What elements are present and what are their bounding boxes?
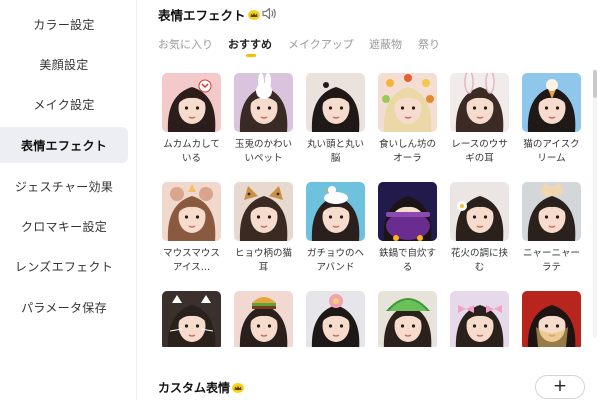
sidebar-item[interactable]: メイク設定 xyxy=(0,86,128,122)
effect-preview-image xyxy=(234,73,293,132)
effect-thumbnail[interactable] xyxy=(450,182,509,241)
category-tab[interactable]: 祭り xyxy=(418,36,440,52)
effect-preview-image xyxy=(522,73,581,132)
effect-grid: ムカムカしている 玉兎のかわいいペット 丸い頭と丸い脳 食いしん坊のオーラ レースのウサ… xyxy=(162,73,592,347)
effect-item[interactable] xyxy=(234,291,293,347)
sidebar-item[interactable]: 美顔設定 xyxy=(0,46,128,82)
effect-thumbnail[interactable] xyxy=(306,182,365,241)
category-tab[interactable]: おすすめ xyxy=(228,36,272,52)
effect-thumbnail[interactable] xyxy=(522,291,581,347)
effect-label: ガチョウのヘアバンド xyxy=(306,248,364,273)
effect-thumbnail[interactable] xyxy=(234,73,293,132)
effect-item[interactable] xyxy=(378,291,437,347)
effect-preview-image xyxy=(234,291,293,347)
effect-thumbnail[interactable] xyxy=(306,291,365,347)
effects-panel: カラー設定 美顔設定 メイク設定 表情エフェクト ジェスチャー効果 クロマキー設定 レンズエ… xyxy=(0,0,600,400)
effect-item[interactable]: ニャーニャーラテ xyxy=(522,182,581,275)
effect-thumbnail[interactable] xyxy=(234,182,293,241)
effect-preview-image xyxy=(378,73,437,132)
plus-icon: + xyxy=(552,376,568,396)
effect-label: 鉄鍋で自炊する xyxy=(378,248,436,273)
effect-preview-image xyxy=(450,291,509,347)
effect-preview-image xyxy=(162,182,221,241)
effect-preview-image xyxy=(306,182,365,241)
effect-thumbnail[interactable] xyxy=(378,291,437,347)
effect-preview-image xyxy=(306,291,365,347)
effect-item[interactable] xyxy=(306,291,365,347)
effect-thumbnail[interactable] xyxy=(450,73,509,132)
effect-thumbnail[interactable] xyxy=(162,73,221,132)
effect-thumbnail[interactable] xyxy=(162,182,221,241)
effect-label: 花火の調に挟む xyxy=(450,248,508,273)
crown-icon xyxy=(247,9,260,20)
effect-thumbnail[interactable] xyxy=(234,291,293,347)
sidebar: カラー設定美顔設定メイク設定表情エフェクト ジェスチャー効果 クロマキー設定 レンズエ… xyxy=(0,0,137,400)
sidebar-item[interactable]: ジェスチャー効果 xyxy=(0,168,128,204)
effect-preview-image xyxy=(378,291,437,347)
effect-preview-image xyxy=(522,291,581,347)
effect-preview-image xyxy=(234,182,293,241)
effect-item[interactable] xyxy=(162,291,221,347)
effect-preview-image xyxy=(450,73,509,132)
scrollbar-thumb[interactable] xyxy=(593,70,597,98)
effect-thumbnail[interactable] xyxy=(378,182,437,241)
category-tab[interactable]: 遮蔽物 xyxy=(369,36,402,52)
speaker-icon[interactable] xyxy=(262,7,277,20)
effect-label: 丸い頭と丸い脳 xyxy=(306,139,364,164)
effect-thumbnail[interactable] xyxy=(522,182,581,241)
effect-preview-image xyxy=(450,182,509,241)
effect-item[interactable]: 鉄鍋で自炊する xyxy=(378,182,437,275)
effect-item[interactable]: 猫のアイスクリーム xyxy=(522,73,581,166)
effect-thumbnail[interactable] xyxy=(450,291,509,347)
effect-preview-image xyxy=(378,182,437,241)
effect-label: 玉兎のかわいいペット xyxy=(234,139,292,164)
effect-label: 食いしん坊のオーラ xyxy=(378,139,436,164)
effect-label: ニャーニャーラテ xyxy=(522,248,580,273)
active-tab-indicator xyxy=(246,54,256,57)
effect-item[interactable]: 花火の調に挟む xyxy=(450,182,509,275)
sidebar-item[interactable]: カラー設定 xyxy=(0,6,128,42)
section-title: 表情エフェクト xyxy=(158,8,246,23)
sidebar-item[interactable]: パラメータ保存 xyxy=(0,289,128,325)
sidebar-item[interactable]: レンズエフェクト xyxy=(0,248,128,284)
effect-item[interactable]: マウスマウスアイス… xyxy=(162,182,221,275)
effect-item[interactable]: ガチョウのヘアバンド xyxy=(306,182,365,275)
effect-label: ヒョウ柄の猫耳 xyxy=(234,248,292,273)
effect-preview-image xyxy=(162,291,221,347)
effect-item[interactable]: 玉兎のかわいいペット xyxy=(234,73,293,166)
effect-item[interactable]: ムカムカしている xyxy=(162,73,221,166)
effect-thumbnail[interactable] xyxy=(306,73,365,132)
sidebar-item[interactable]: 表情エフェクト xyxy=(0,127,128,163)
effect-item[interactable]: 食いしん坊のオーラ xyxy=(378,73,437,166)
effect-item[interactable]: 丸い頭と丸い脳 xyxy=(306,73,365,166)
effect-preview-image xyxy=(162,73,221,132)
effect-label: 猫のアイスクリーム xyxy=(523,139,580,164)
effect-item[interactable]: ヒョウ柄の猫耳 xyxy=(234,182,293,275)
effect-item[interactable] xyxy=(522,291,581,347)
effect-thumbnail[interactable] xyxy=(522,73,581,132)
effect-thumbnail[interactable] xyxy=(378,73,437,132)
effect-label: ムカムカしている xyxy=(163,139,220,164)
custom-section-title: カスタム表情 xyxy=(158,381,231,395)
scrollbar-track[interactable] xyxy=(593,70,597,338)
effect-item[interactable]: レースのウサギの耳 xyxy=(450,73,509,166)
effect-label: マウスマウスアイス… xyxy=(163,248,220,273)
category-tab[interactable]: メイクアップ xyxy=(288,36,354,52)
effect-item[interactable] xyxy=(450,291,509,347)
effect-preview-image xyxy=(306,73,365,132)
sidebar-item[interactable]: クロマキー設定 xyxy=(0,208,128,244)
effect-label: レースのウサギの耳 xyxy=(451,139,508,164)
effect-thumbnail[interactable] xyxy=(162,291,221,347)
main-content: 表情エフェクト お気に入り おすすめ メイクアップ 遮蔽物 祭り ムカムカしている 玉兎の… xyxy=(137,0,600,400)
crown-icon xyxy=(232,382,245,393)
category-tab[interactable]: お気に入り xyxy=(158,36,213,52)
effect-preview-image xyxy=(522,182,581,241)
add-custom-effect-button[interactable]: + xyxy=(535,375,585,399)
